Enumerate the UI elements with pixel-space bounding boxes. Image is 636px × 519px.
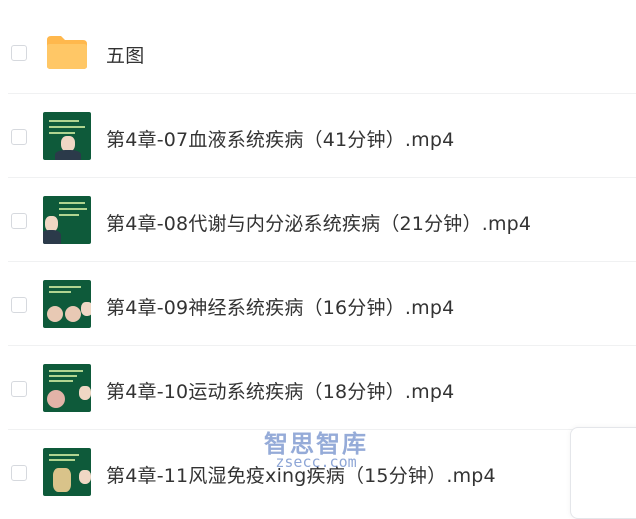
file-row-video[interactable]: 第4章-11风湿免疫xing疾病（15分钟）.mp4: [0, 430, 636, 514]
folder-icon: [47, 36, 87, 69]
video-thumbnail: [43, 364, 91, 412]
row-checkbox[interactable]: [11, 129, 27, 145]
file-name[interactable]: 第4章-10运动系统疾病（18分钟）.mp4: [106, 377, 454, 404]
video-thumbnail: [43, 448, 91, 496]
row-checkbox[interactable]: [11, 381, 27, 397]
video-thumbnail: [43, 196, 91, 244]
floating-panel[interactable]: [570, 427, 636, 519]
file-name[interactable]: 第4章-07血液系统疾病（41分钟）.mp4: [106, 125, 454, 152]
file-row-folder[interactable]: 五图: [0, 10, 636, 94]
file-name[interactable]: 第4章-09神经系统疾病（16分钟）.mp4: [106, 293, 454, 320]
row-checkbox[interactable]: [11, 465, 27, 481]
row-checkbox[interactable]: [11, 213, 27, 229]
file-name[interactable]: 第4章-08代谢与内分泌系统疾病（21分钟）.mp4: [106, 209, 531, 236]
file-row-video[interactable]: 第4章-07血液系统疾病（41分钟）.mp4: [0, 94, 636, 178]
row-checkbox[interactable]: [11, 45, 27, 61]
video-thumbnail: [43, 112, 91, 160]
file-row-video[interactable]: 第4章-08代谢与内分泌系统疾病（21分钟）.mp4: [0, 178, 636, 262]
video-thumbnail: [43, 280, 91, 328]
row-checkbox[interactable]: [11, 297, 27, 313]
file-row-video[interactable]: 第4章-09神经系统疾病（16分钟）.mp4: [0, 262, 636, 346]
file-row-video[interactable]: 第4章-10运动系统疾病（18分钟）.mp4: [0, 346, 636, 430]
file-name[interactable]: 五图: [106, 41, 144, 68]
file-name[interactable]: 第4章-11风湿免疫xing疾病（15分钟）.mp4: [106, 461, 496, 488]
